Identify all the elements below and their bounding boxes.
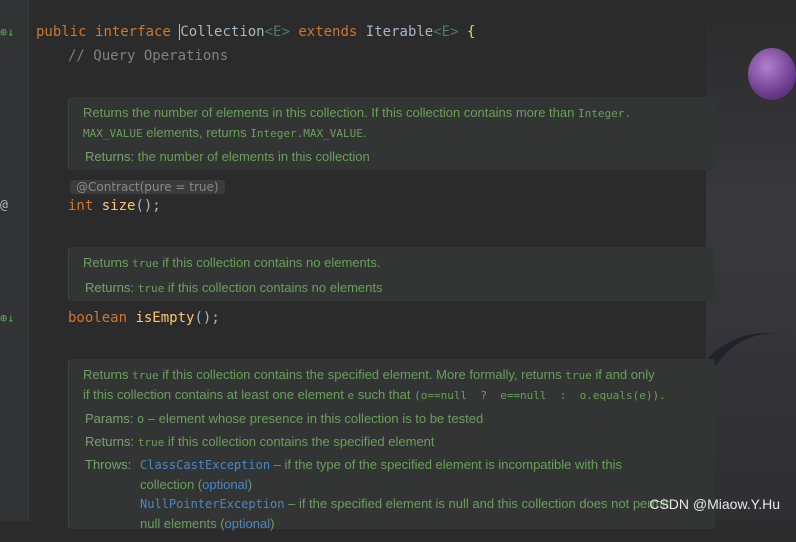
method-isempty[interactable]: isEmpty (135, 310, 194, 326)
interface-declaration-line[interactable]: public interface Collection<E> extends I… (36, 24, 475, 40)
contract-annotation[interactable]: @Contract(pure = true) (70, 180, 225, 194)
optional-link[interactable]: optional (202, 477, 248, 492)
csdn-watermark: CSDN @Miaow.Y.Hu (649, 496, 780, 512)
editor-gutter: ⊕↓ @ ⊕↓ (0, 0, 29, 521)
query-operations-comment: // Query Operations (68, 48, 229, 64)
generic-param-2: <E> (433, 24, 459, 40)
implemented-method-icon-2[interactable]: ⊕↓ (0, 311, 14, 325)
keyword-interface: interface (95, 24, 171, 40)
doc-contains-description: Returns true if this collection contains… (83, 367, 666, 402)
doc-isempty-returns: Returns: true if this collection contain… (85, 280, 383, 295)
doc-isempty-description: Returns true if this collection contains… (83, 255, 381, 270)
parent-interface[interactable]: Iterable (366, 24, 433, 40)
return-type-boolean: boolean (68, 310, 128, 326)
return-type-int: int (68, 198, 94, 214)
null-pointer-exception-link[interactable]: NullPointerException (140, 497, 285, 511)
keyword-extends: extends (298, 24, 358, 40)
javadoc-contains: Returns true if this collection contains… (68, 359, 715, 531)
annotation-icon[interactable]: @ (0, 198, 8, 213)
optional-link-2[interactable]: optional (225, 516, 271, 531)
keyword-public: public (36, 24, 87, 40)
doc-size-description: Returns the number of elements in this c… (83, 105, 631, 140)
background-orb (748, 48, 796, 100)
isempty-method-line[interactable]: boolean isEmpty(); (68, 310, 220, 326)
method-size[interactable]: size (102, 198, 136, 214)
class-cast-exception-link[interactable]: ClassCastException (140, 458, 270, 472)
doc-contains-returns: Returns: true if this collection contain… (85, 434, 435, 449)
generic-param: <E> (264, 24, 290, 40)
javadoc-isempty: Returns true if this collection contains… (68, 247, 715, 301)
size-method-line[interactable]: int size(); (68, 198, 161, 214)
doc-contains-params: Params: o – element whose presence in th… (85, 411, 484, 426)
doc-size-returns: Returns: the number of elements in this … (85, 149, 370, 164)
open-brace: { (466, 24, 476, 40)
interface-name[interactable]: Collection (179, 24, 265, 40)
background-artwork (662, 0, 796, 542)
javadoc-size: Returns the number of elements in this c… (68, 97, 715, 170)
implemented-method-icon[interactable]: ⊕↓ (0, 25, 14, 39)
